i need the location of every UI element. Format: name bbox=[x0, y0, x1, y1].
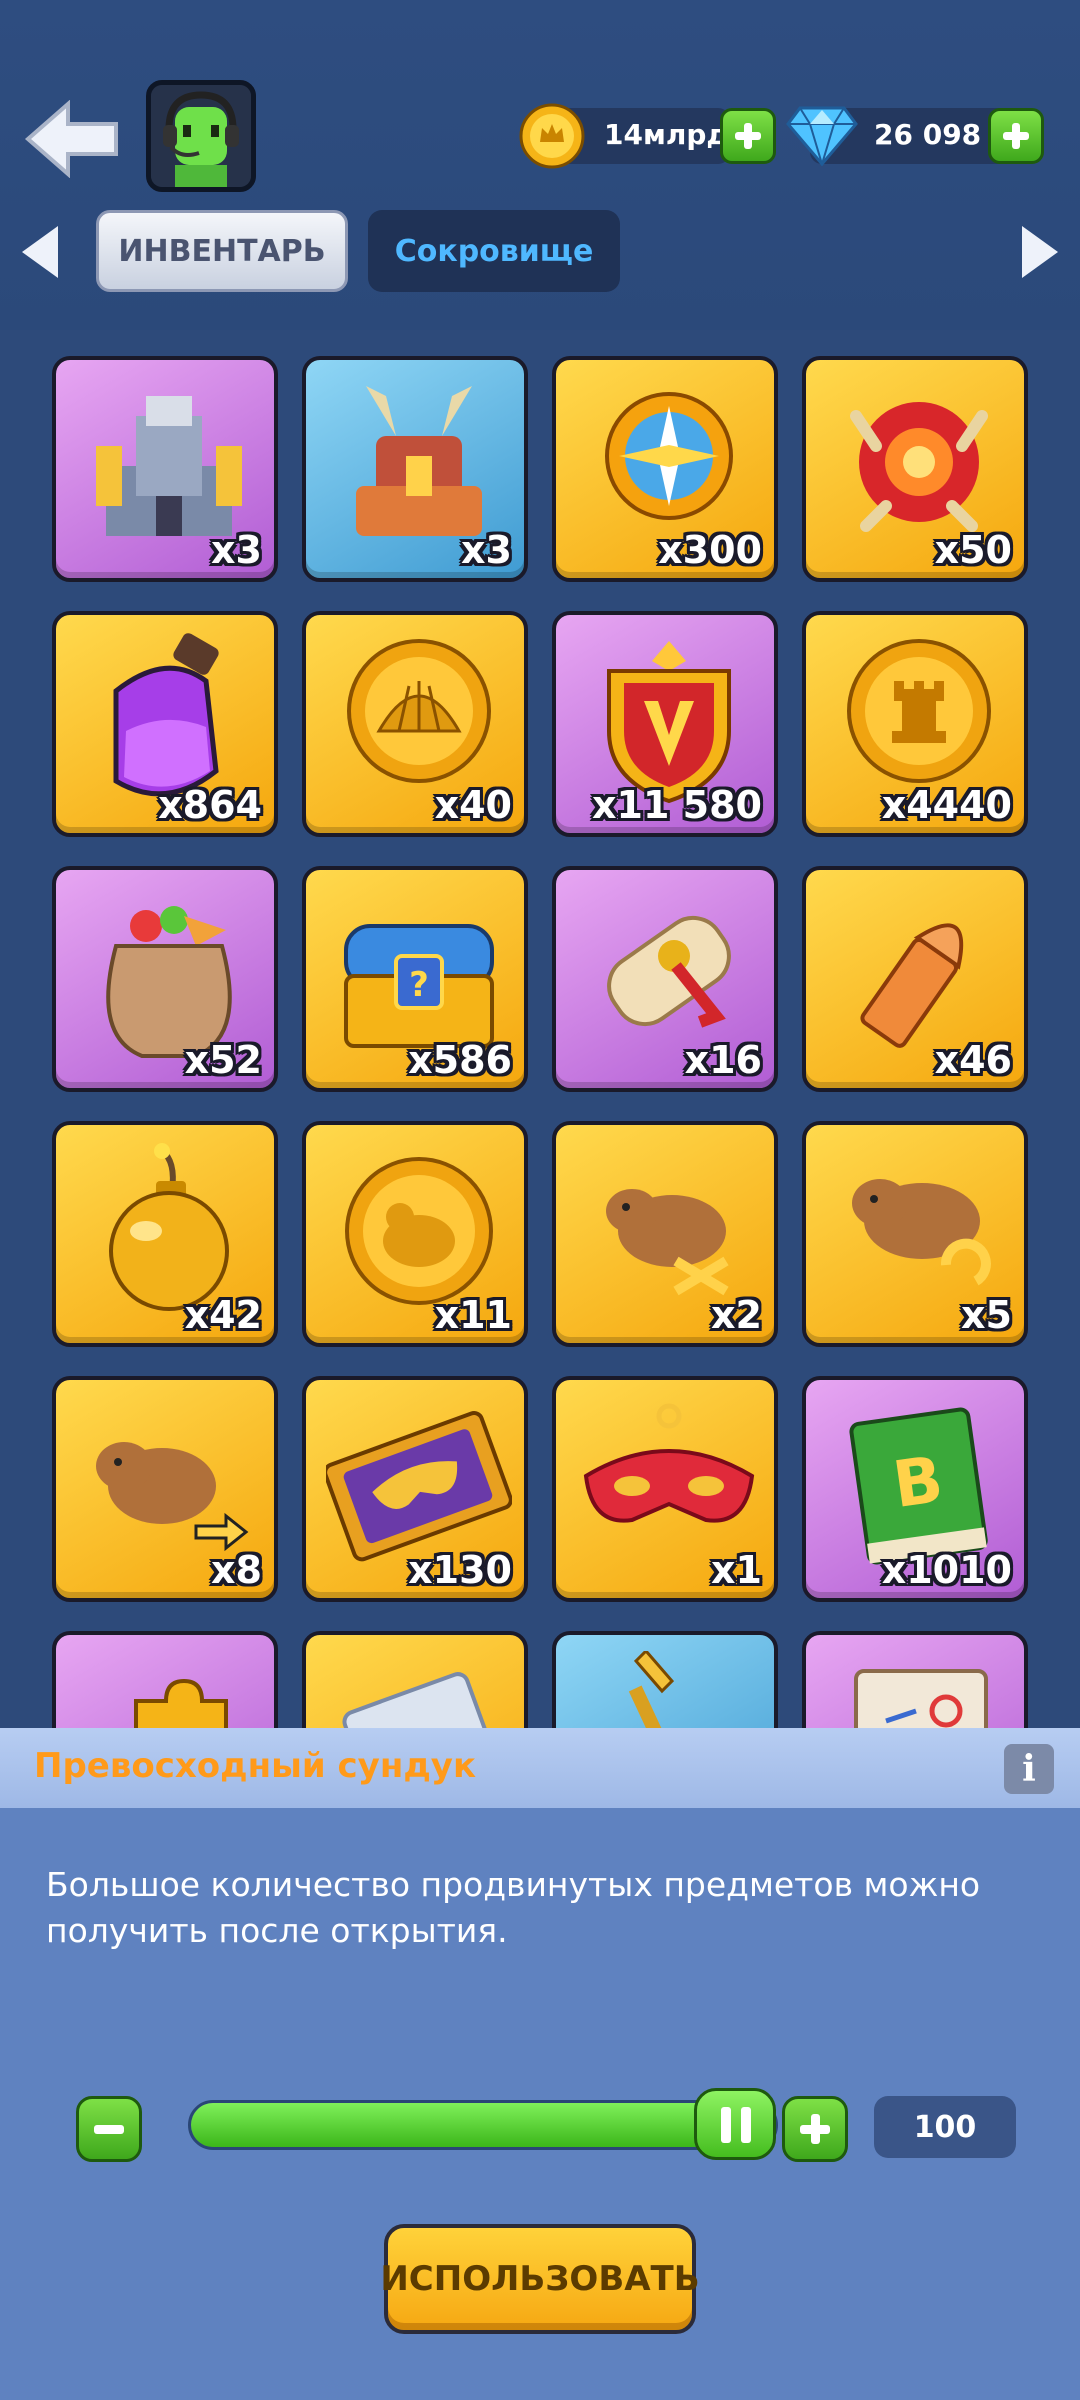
item-slot[interactable] bbox=[552, 1631, 778, 1730]
gold-amount: 14млрд bbox=[604, 118, 730, 151]
item-slot[interactable]: x52 bbox=[52, 866, 278, 1092]
item-count: x50 bbox=[934, 528, 1012, 572]
use-button-label: ИСПОЛЬЗОВАТЬ bbox=[380, 2259, 700, 2299]
item-detail-panel: Превосходный сундук i Большое количество… bbox=[0, 1728, 1080, 2400]
quantity-display[interactable]: 100 bbox=[874, 2096, 1016, 2158]
item-count: x8 bbox=[211, 1548, 262, 1592]
increase-quantity-button[interactable] bbox=[782, 2096, 848, 2162]
tab-treasure[interactable]: Сокровище bbox=[368, 210, 620, 292]
info-icon: i bbox=[1022, 1748, 1036, 1790]
item-slot[interactable]: x8 bbox=[52, 1376, 278, 1602]
inventory-grid: x3 x3 x300 x50 x864 x40 x11 580 x4440 x5… bbox=[0, 330, 1080, 1730]
tab-inventory[interactable]: ИНВЕНТАРЬ bbox=[96, 210, 348, 292]
item-count: x864 bbox=[158, 783, 262, 827]
svg-text:?: ? bbox=[409, 965, 429, 1005]
item-title: Превосходный сундук bbox=[34, 1746, 477, 1786]
item-count: x3 bbox=[461, 528, 512, 572]
item-slot[interactable]: x3 bbox=[52, 356, 278, 582]
tab-next-arrow-icon[interactable] bbox=[1018, 222, 1062, 282]
decrease-quantity-button[interactable] bbox=[76, 2096, 142, 2162]
quantity-slider[interactable] bbox=[188, 2100, 778, 2150]
item-count: x1010 bbox=[881, 1548, 1012, 1592]
puzzle-piece-icon bbox=[134, 1678, 228, 1730]
item-count: x130 bbox=[408, 1548, 512, 1592]
item-slot[interactable]: x11 bbox=[302, 1121, 528, 1347]
item-count: x11 580 bbox=[592, 783, 762, 827]
item-slot[interactable] bbox=[302, 1631, 528, 1730]
tab-prev-arrow-icon[interactable] bbox=[18, 222, 62, 282]
diamond-icon bbox=[786, 106, 858, 166]
map-board-icon bbox=[854, 1669, 988, 1730]
item-slot[interactable]: x40 bbox=[302, 611, 528, 837]
back-arrow-icon[interactable] bbox=[24, 100, 122, 178]
add-gems-button[interactable] bbox=[988, 108, 1044, 164]
add-gold-button[interactable] bbox=[720, 108, 776, 164]
quantity-value: 100 bbox=[913, 2109, 977, 2145]
item-slot[interactable]: x2 bbox=[552, 1121, 778, 1347]
item-slot[interactable]: x300 bbox=[552, 356, 778, 582]
item-slot[interactable]: x42 bbox=[52, 1121, 278, 1347]
golden-spear-icon bbox=[628, 1651, 710, 1730]
item-slot[interactable] bbox=[802, 1631, 1028, 1730]
item-description: Большое количество продвинутых предметов… bbox=[46, 1865, 981, 1950]
item-slot[interactable]: x864 bbox=[52, 611, 278, 837]
item-count: x5 bbox=[961, 1293, 1012, 1337]
item-count: x300 bbox=[658, 528, 762, 572]
info-button[interactable]: i bbox=[1004, 1744, 1054, 1794]
item-slot[interactable]: x3 bbox=[302, 356, 528, 582]
item-count: x46 bbox=[934, 1038, 1012, 1082]
item-count: x11 bbox=[434, 1293, 512, 1337]
item-slot[interactable]: x16 bbox=[552, 866, 778, 1092]
panel-title-bar: Превосходный сундук i bbox=[0, 1728, 1080, 1808]
item-slot[interactable]: x4440 bbox=[802, 611, 1028, 837]
item-slot[interactable] bbox=[52, 1631, 278, 1730]
item-count: x52 bbox=[184, 1038, 262, 1082]
avatar-icon bbox=[151, 85, 251, 187]
item-count: x40 bbox=[434, 783, 512, 827]
item-slot[interactable]: x5 bbox=[802, 1121, 1028, 1347]
svg-text:B: B bbox=[889, 1443, 948, 1523]
gold-coin-icon bbox=[519, 103, 585, 169]
item-slot[interactable]: B x1010 bbox=[802, 1376, 1028, 1602]
item-count: x586 bbox=[408, 1038, 512, 1082]
top-bar: 14млрд 26 098 ИНВЕНТАРЬ Сокровище bbox=[0, 0, 1080, 330]
item-count: x2 bbox=[711, 1293, 762, 1337]
gem-amount: 26 098 bbox=[874, 118, 982, 151]
use-button[interactable]: ИСПОЛЬЗОВАТЬ bbox=[380, 2224, 700, 2334]
item-slot[interactable]: x11 580 bbox=[552, 611, 778, 837]
silver-ticket-icon bbox=[342, 1672, 501, 1730]
slider-thumb[interactable] bbox=[694, 2088, 776, 2160]
item-slot[interactable]: ? x586 bbox=[302, 866, 528, 1092]
item-slot[interactable]: x46 bbox=[802, 866, 1028, 1092]
item-count: x3 bbox=[211, 528, 262, 572]
item-slot[interactable]: x130 bbox=[302, 1376, 528, 1602]
item-count: x1 bbox=[711, 1548, 762, 1592]
slider-fill bbox=[191, 2103, 775, 2147]
tab-inventory-label: ИНВЕНТАРЬ bbox=[118, 233, 326, 269]
player-avatar[interactable] bbox=[146, 80, 256, 192]
tab-treasure-label: Сокровище bbox=[394, 233, 594, 269]
item-count: x42 bbox=[184, 1293, 262, 1337]
item-count: x16 bbox=[684, 1038, 762, 1082]
item-count: x4440 bbox=[881, 783, 1012, 827]
item-slot[interactable]: x1 bbox=[552, 1376, 778, 1602]
item-slot[interactable]: x50 bbox=[802, 356, 1028, 582]
